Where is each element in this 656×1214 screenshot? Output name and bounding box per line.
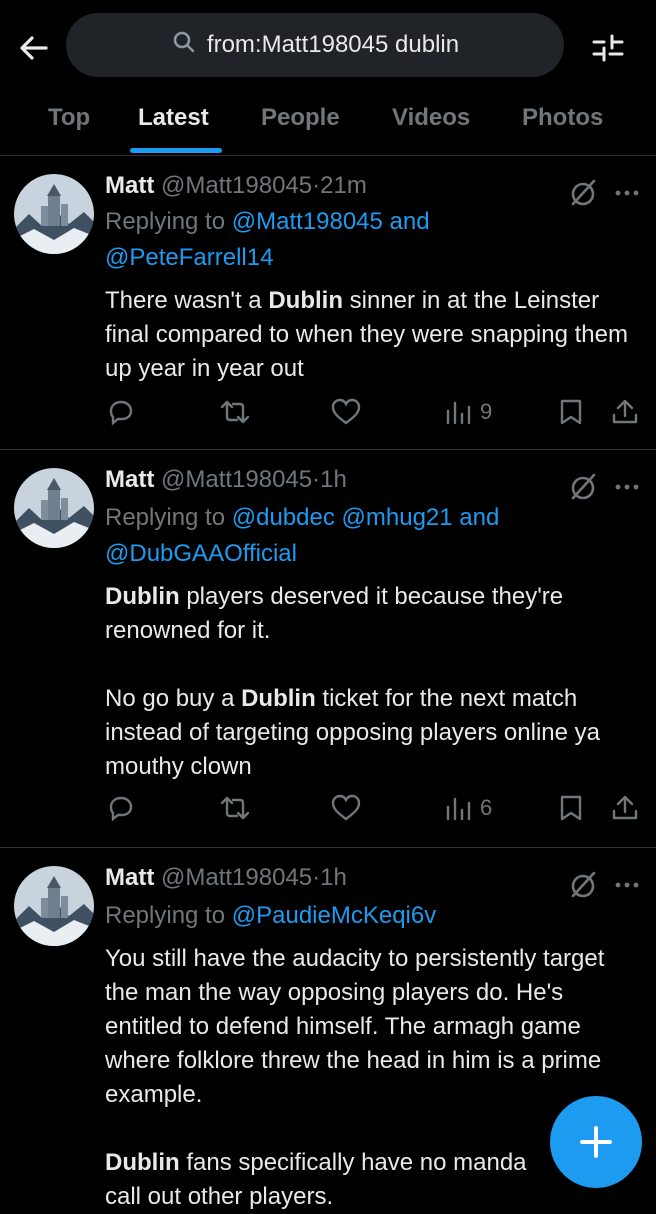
tweet-paragraph: No go buy a Dublin ticket for the next m… xyxy=(105,685,600,780)
author-name[interactable]: Matt xyxy=(105,172,154,199)
mention-link[interactable]: @PeteFarrell14 xyxy=(105,244,273,271)
view-count: 6 xyxy=(480,795,493,820)
tab-videos[interactable]: Videos xyxy=(392,92,470,154)
more-icon[interactable] xyxy=(612,472,642,502)
author-handle[interactable]: @Matt198045 xyxy=(161,864,312,891)
replying-to: Replying to @Matt198045 and @PeteFarrell… xyxy=(105,208,430,271)
action-bar: 9 xyxy=(0,392,656,432)
replying-to: Replying to @dubdec @mhug21 and @DubGAAO… xyxy=(105,504,500,567)
more-icon[interactable] xyxy=(612,870,642,900)
mention-link[interactable]: @mhug21 xyxy=(342,504,453,531)
tweet[interactable]: Matt @Matt198045·1h Replying to @dubdec … xyxy=(0,450,656,848)
avatar[interactable] xyxy=(14,468,94,548)
author-handle[interactable]: @Matt198045 xyxy=(161,466,312,493)
tab-latest[interactable]: Latest xyxy=(138,92,209,154)
share-icon[interactable] xyxy=(610,392,640,432)
reply-icon[interactable] xyxy=(106,788,136,828)
tweet-text: Dublin players deserved it because they'… xyxy=(105,580,640,784)
tweet-header: Matt @Matt198045·1h xyxy=(105,864,347,891)
bookmark-icon[interactable] xyxy=(558,392,584,432)
mention-link[interactable]: @DubGAAOfficial xyxy=(105,540,297,567)
search-header: from:Matt198045 dublin Top Latest People… xyxy=(0,0,656,156)
replying-to: Replying to @PaudieMcKeqi6v xyxy=(105,902,437,929)
search-tabs: Top Latest People Videos Photos xyxy=(0,92,656,154)
tweet-time[interactable]: 1h xyxy=(320,466,347,493)
avatar[interactable] xyxy=(14,866,94,946)
tab-photos[interactable]: Photos xyxy=(522,92,603,154)
bookmark-icon[interactable] xyxy=(558,788,584,828)
tab-top[interactable]: Top xyxy=(48,92,90,154)
author-name[interactable]: Matt xyxy=(105,466,154,493)
mention-link[interactable]: @PaudieMcKeqi6v xyxy=(232,902,436,929)
mention-link[interactable]: @dubdec xyxy=(232,504,335,531)
tweet-time[interactable]: 1h xyxy=(320,864,347,891)
author-handle[interactable]: @Matt198045 xyxy=(161,172,312,199)
reply-icon[interactable] xyxy=(106,392,136,432)
avatar[interactable] xyxy=(14,174,94,254)
views-icon[interactable]: 6 xyxy=(444,788,492,828)
views-icon[interactable]: 9 xyxy=(444,392,492,432)
retweet-icon[interactable] xyxy=(218,392,252,432)
like-icon[interactable] xyxy=(330,392,362,432)
compose-button[interactable] xyxy=(550,1096,642,1188)
compose-plus-icon xyxy=(580,1126,612,1158)
search-icon xyxy=(171,29,197,62)
search-bar[interactable]: from:Matt198045 dublin xyxy=(66,13,564,77)
tweet-paragraph: Dublin players deserved it because they'… xyxy=(105,583,564,644)
tweet-time[interactable]: 21m xyxy=(320,172,367,199)
share-icon[interactable] xyxy=(610,788,640,828)
tweet-header: Matt @Matt198045·1h xyxy=(105,466,347,493)
back-arrow-icon[interactable] xyxy=(14,28,54,68)
author-name[interactable]: Matt xyxy=(105,864,154,891)
action-bar: 6 xyxy=(0,788,656,828)
tweet[interactable]: Matt @Matt198045·21m Replying to @Matt19… xyxy=(0,156,656,450)
grok-icon[interactable] xyxy=(566,868,600,902)
filter-icon[interactable] xyxy=(588,28,628,68)
retweet-icon[interactable] xyxy=(218,788,252,828)
like-icon[interactable] xyxy=(330,788,362,828)
tweet-header: Matt @Matt198045·21m xyxy=(105,172,367,199)
tweet-paragraph: You still have the audacity to persisten… xyxy=(105,945,605,1108)
view-count: 9 xyxy=(480,399,493,424)
active-tab-indicator xyxy=(130,148,222,153)
tab-people[interactable]: People xyxy=(261,92,340,154)
tweet-text: There wasn't a Dublin sinner in at the L… xyxy=(105,284,640,386)
search-query[interactable]: from:Matt198045 dublin xyxy=(207,31,459,59)
tweet-paragraph: There wasn't a Dublin sinner in at the L… xyxy=(105,287,628,382)
grok-icon[interactable] xyxy=(566,470,600,504)
mention-link[interactable]: @Matt198045 xyxy=(232,208,383,235)
